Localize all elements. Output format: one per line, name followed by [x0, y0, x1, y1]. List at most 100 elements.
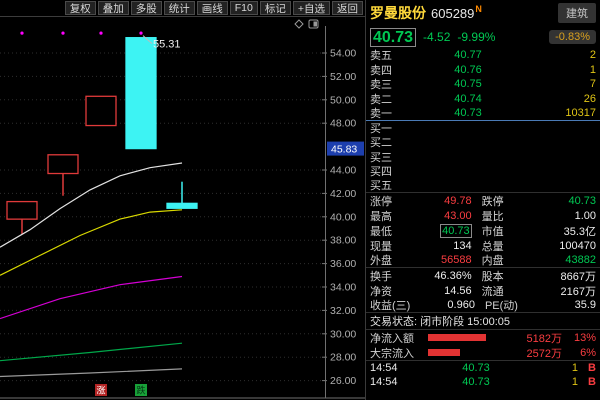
- marker-dot: [20, 32, 23, 35]
- candle-body: [167, 203, 197, 208]
- sector-button[interactable]: 建筑: [558, 3, 596, 23]
- toolbar-button[interactable]: 统计: [164, 1, 195, 15]
- sector-change-badge[interactable]: -0.83%: [549, 30, 596, 44]
- ma-gray: [0, 369, 182, 377]
- flow-value: 2572万: [527, 345, 562, 361]
- flow-value: 5182万: [527, 330, 562, 346]
- axis-tick-label: 48.00: [330, 118, 356, 130]
- marker-dot: [61, 32, 64, 35]
- ask-row[interactable]: 卖五40.772: [366, 48, 600, 63]
- bid-row[interactable]: 买五: [366, 179, 600, 194]
- price-change-pct: -9.99%: [457, 30, 495, 44]
- stat-row: 外盘56588内盘43882: [366, 253, 600, 268]
- ma-green: [0, 343, 182, 361]
- ask-label: 卖一: [370, 105, 404, 121]
- ask-qty: 1: [532, 64, 596, 76]
- candle-style-icon-fill: [314, 22, 318, 27]
- candle-body: [126, 38, 156, 149]
- stat-row: 最低40.73市值35.3亿: [366, 223, 600, 238]
- stat-value: 43882: [522, 254, 596, 266]
- stat-value: 46.36%: [404, 270, 472, 282]
- stat-label: 涨停: [370, 193, 404, 209]
- axis-tick-label: 40.00: [330, 211, 356, 223]
- flow-row: 大宗流入 2572万6%: [366, 345, 600, 360]
- candle-body: [48, 155, 78, 174]
- badge-label: 涨: [96, 386, 105, 396]
- last-price: 40.73: [370, 28, 416, 47]
- ask-qty: 7: [532, 78, 596, 90]
- stock-code: 605289: [431, 6, 474, 21]
- stat-value: 40.73: [522, 195, 596, 207]
- stat-value-boxed: 40.73: [440, 224, 472, 238]
- ma-magenta: [0, 277, 182, 319]
- ask-qty: 26: [532, 93, 596, 105]
- ask-row[interactable]: 卖一40.7310317: [366, 106, 600, 121]
- stat-label: 跌停: [472, 193, 522, 209]
- toolbar-button[interactable]: 标记: [260, 1, 291, 15]
- tick-row[interactable]: 14:5440.731B: [366, 375, 600, 389]
- stat-label: 最低: [370, 223, 404, 239]
- axis-tick-label: 42.00: [330, 188, 356, 200]
- toolbar-button[interactable]: 返回: [332, 1, 363, 15]
- flow-bar: [428, 349, 460, 356]
- axis-tick-label: 50.00: [330, 94, 356, 106]
- bid-row[interactable]: 买三: [366, 150, 600, 165]
- tick-row[interactable]: 14:5440.731B: [366, 361, 600, 375]
- badge-label: 跌: [136, 386, 145, 396]
- stat-row: 净资14.56流通2167万: [366, 283, 600, 298]
- stat-value: 56588: [404, 254, 472, 266]
- stat-value: 40.73: [404, 225, 472, 237]
- ask-row[interactable]: 卖四40.761: [366, 63, 600, 78]
- toolbar-button[interactable]: 画线: [197, 1, 228, 15]
- tick-time: 14:54: [370, 376, 414, 388]
- stat-value: 14.56: [404, 285, 472, 297]
- axis-tick-label: 36.00: [330, 258, 356, 270]
- toolbar-button[interactable]: F10: [230, 1, 258, 15]
- new-stock-flag: N: [475, 4, 482, 14]
- stat-row: 换手46.36%股本8667万: [366, 268, 600, 283]
- stat-row: 最高43.00量比1.00: [366, 208, 600, 223]
- diamond-marker-icon[interactable]: [295, 20, 303, 28]
- axis-tick-label: 34.00: [330, 282, 356, 294]
- candle-body: [86, 96, 116, 125]
- flow-pct: 6%: [562, 347, 596, 359]
- kline-chart[interactable]: 54.0052.0050.0048.0044.0042.0040.0038.00…: [0, 18, 365, 400]
- price-bar: 40.73 -4.52 -9.99% -0.83%: [366, 26, 600, 48]
- axis-tick-label: 32.00: [330, 305, 356, 317]
- toolbar-button[interactable]: 叠加: [98, 1, 129, 15]
- axis-tick-label: 52.00: [330, 71, 356, 83]
- price-change: -4.52: [423, 30, 450, 44]
- bid-row[interactable]: 买二: [366, 135, 600, 150]
- axis-tick-label: 30.00: [330, 328, 356, 340]
- order-book: 卖五40.772卖四40.761卖三40.757卖二40.7426卖一40.73…: [366, 48, 600, 193]
- tick-list[interactable]: 14:5440.731B14:5440.731B: [366, 360, 600, 389]
- stat-value: 8667万: [522, 268, 596, 284]
- ask-row[interactable]: 卖三40.757: [366, 77, 600, 92]
- money-flow: 净流入额5182万13%大宗流入2572万6%: [366, 330, 600, 360]
- tick-volume: 1: [538, 376, 578, 388]
- axis-tick-label: 26.00: [330, 375, 356, 387]
- marker-dot: [139, 32, 142, 35]
- flow-pct: 13%: [562, 332, 596, 344]
- bid-label: 买五: [370, 177, 404, 193]
- ask-price: 40.73: [404, 107, 532, 119]
- stat-label: 换手: [370, 268, 404, 284]
- quote-panel: 罗曼股份 605289 N 建筑 40.73 -4.52 -9.99% -0.8…: [365, 0, 600, 400]
- stat-value: 0.960: [410, 299, 475, 311]
- ask-price: 40.75: [404, 78, 532, 90]
- flow-bar: [428, 334, 486, 341]
- tick-side: B: [578, 362, 596, 374]
- toolbar-button[interactable]: +自选: [293, 1, 330, 15]
- toolbar-button[interactable]: 多股: [131, 1, 162, 15]
- stat-label: 市值: [472, 223, 522, 239]
- stats-table: 涨停49.78跌停40.73最高43.00量比1.00最低40.73市值35.3…: [366, 193, 600, 313]
- stat-value: 134: [404, 240, 472, 252]
- marker-dot: [99, 32, 102, 35]
- toolbar-button[interactable]: 复权: [65, 1, 96, 15]
- stat-label: 量比: [472, 208, 522, 224]
- bid-row[interactable]: 买一: [366, 121, 600, 136]
- highlighted-price-label: 45.83: [331, 144, 357, 156]
- flow-label: 大宗流入: [370, 345, 428, 361]
- stat-label: 最高: [370, 208, 404, 224]
- ask-price: 40.74: [404, 93, 532, 105]
